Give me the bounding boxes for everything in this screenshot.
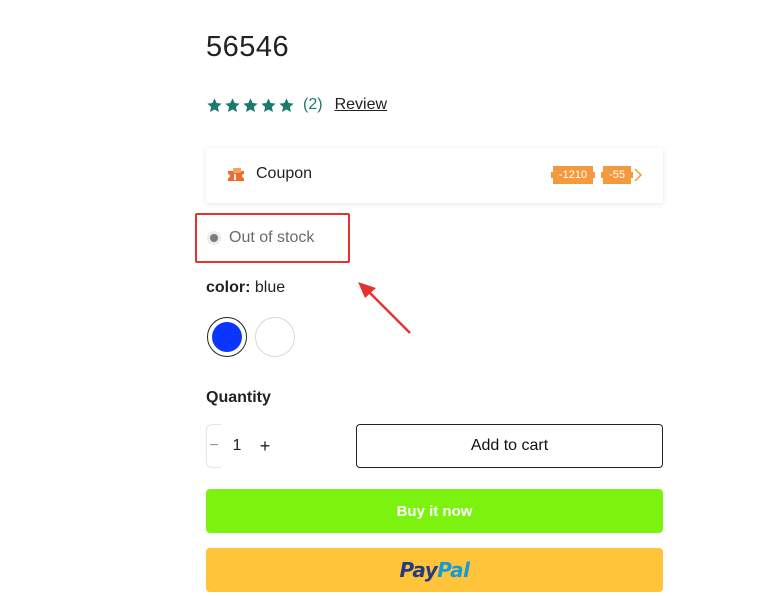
stock-status-text: Out of stock bbox=[229, 229, 315, 246]
coupon-label: Coupon bbox=[256, 165, 313, 182]
color-selection-label: color: blue bbox=[206, 279, 285, 297]
product-title: 56546 bbox=[206, 31, 290, 63]
coupon-tag: -55 bbox=[601, 166, 633, 184]
quantity-decrease-button[interactable]: − bbox=[206, 424, 221, 468]
quantity-stepper: − 1 + bbox=[206, 424, 286, 468]
quantity-label: Quantity bbox=[206, 389, 271, 406]
color-label: color: bbox=[206, 279, 251, 296]
star-icon bbox=[242, 97, 259, 114]
color-swatch-blue[interactable] bbox=[207, 317, 247, 357]
star-icon bbox=[224, 97, 241, 114]
stock-status: Out of stock bbox=[207, 229, 314, 247]
star-icon bbox=[206, 97, 223, 114]
chevron-right-icon bbox=[634, 168, 643, 182]
color-swatches bbox=[207, 317, 295, 357]
quantity-input[interactable]: 1 bbox=[221, 437, 253, 455]
buy-now-button[interactable]: Buy it now bbox=[206, 489, 663, 533]
coupon-tag: -1210 bbox=[550, 166, 596, 184]
annotation-arrow-icon bbox=[358, 282, 411, 334]
stock-indicator-icon bbox=[207, 231, 221, 245]
quantity-increase-button[interactable]: + bbox=[253, 436, 277, 457]
paypal-logo: PayPal bbox=[399, 558, 470, 582]
coupon-ticket-icon bbox=[226, 167, 246, 185]
star-icon bbox=[260, 97, 277, 114]
add-to-cart-button[interactable]: Add to cart bbox=[356, 424, 663, 468]
rating-count: (2) bbox=[303, 96, 323, 113]
coupon-card[interactable]: Coupon -1210 -55 bbox=[206, 148, 663, 203]
rating-row: (2) Review bbox=[206, 94, 387, 116]
star-rating bbox=[206, 97, 295, 114]
coupon-tags: -1210 -55 bbox=[550, 166, 633, 184]
color-value: blue bbox=[254, 279, 286, 296]
review-link[interactable]: Review bbox=[335, 96, 387, 114]
color-swatch-white[interactable] bbox=[255, 317, 295, 357]
star-icon bbox=[278, 97, 295, 114]
paypal-button[interactable]: PayPal bbox=[206, 548, 663, 592]
